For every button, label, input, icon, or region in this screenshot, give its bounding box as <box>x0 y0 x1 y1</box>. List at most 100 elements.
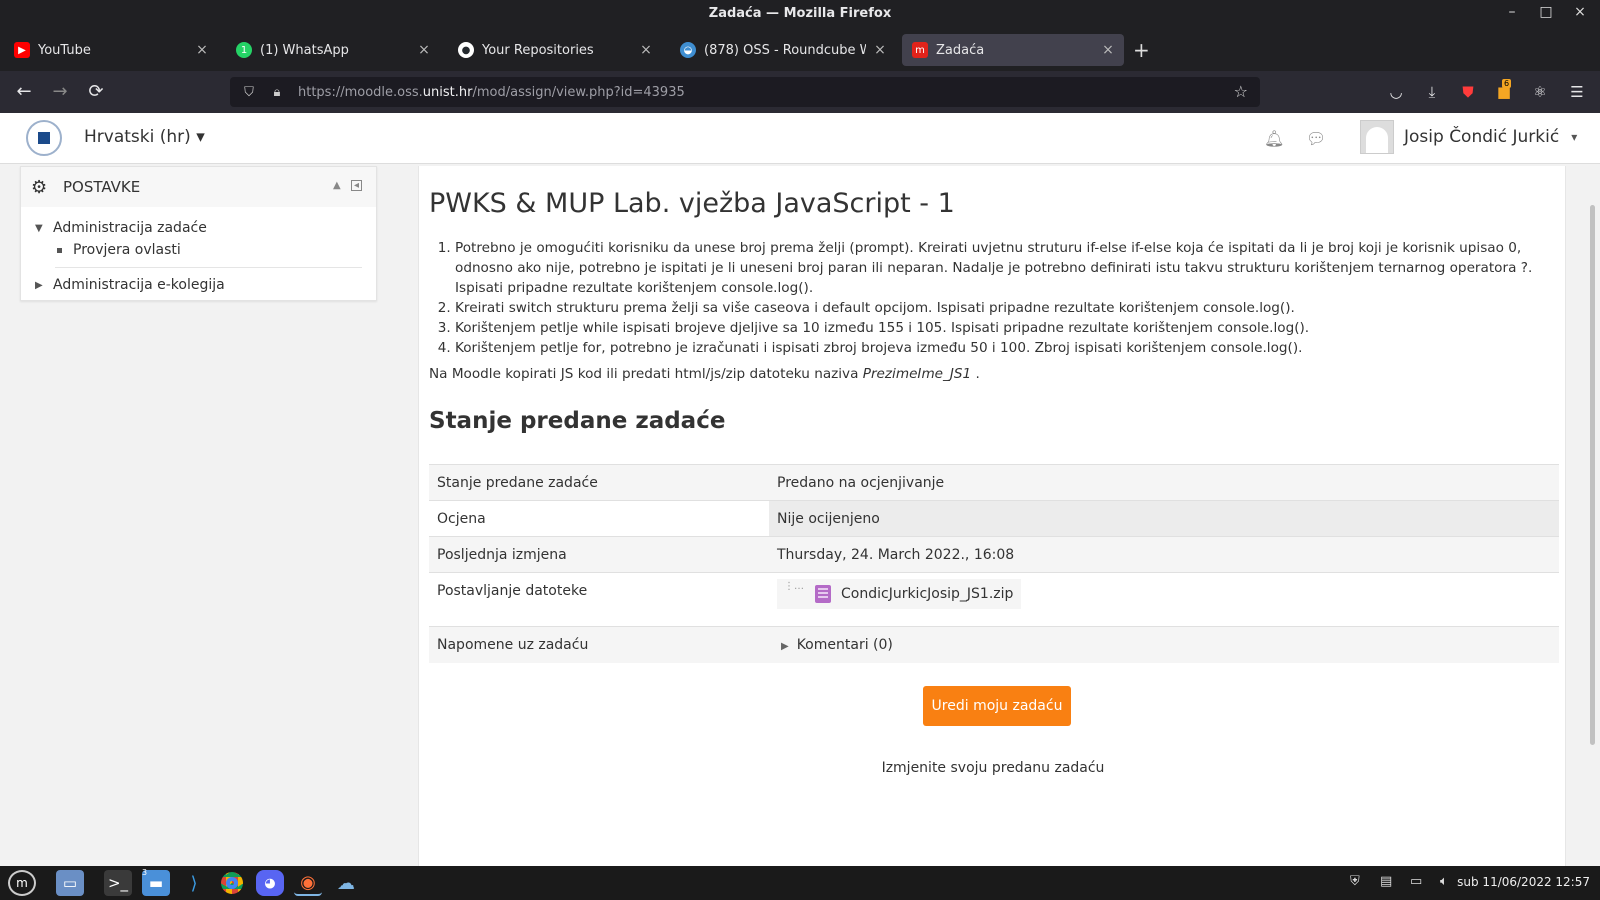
youtube-icon: ▶ <box>14 42 30 58</box>
task-list: Potrebno je omogućiti korisniku da unese… <box>455 238 1555 358</box>
tree-item-label: Administracija e-kolegija <box>53 277 225 293</box>
tab-github[interactable]: ● Your Repositories × <box>448 34 662 66</box>
window-titlebar: Zadaća — Mozilla Firefox – □ × <box>0 0 1600 29</box>
tree-item-administracija-e-kolegija[interactable]: ▶ Administracija e-kolegija <box>35 274 362 296</box>
note-filename: PrezimeIme_JS1 <box>862 366 972 382</box>
new-tab-button[interactable]: + <box>1133 38 1150 62</box>
task-item: Korištenjem petlje while ispisati brojev… <box>455 318 1555 338</box>
firefox-icon[interactable]: ◉ <box>294 870 322 896</box>
row-value: Thursday, 24. March 2022., 16:08 <box>769 536 1559 573</box>
user-menu[interactable]: Josip Čondić Jurkić ▾ <box>1360 120 1577 154</box>
reload-button[interactable]: ⟳ <box>82 79 110 105</box>
messages-icon[interactable]: 💬︎ <box>1306 129 1326 148</box>
settings-cloud-icon[interactable]: ☁ <box>332 870 360 896</box>
tab-close-icon[interactable]: × <box>416 42 432 58</box>
nav-bar: ← → ⟳ ⛉ 🔒︎ https://moodle.oss.unist.hr/m… <box>0 71 1600 113</box>
caret-down-icon: ▾ <box>1571 130 1578 144</box>
collapsed-triangle-icon[interactable]: ▶ <box>35 280 53 291</box>
lock-icon[interactable]: 🔒︎ <box>268 85 286 100</box>
bullet-icon <box>57 247 62 253</box>
note-text: Na Moodle kopirati JS kod ili predati ht… <box>429 366 859 382</box>
tab-zadaca[interactable]: m Zadaća × <box>902 34 1124 66</box>
download-icon[interactable]: ⤓ <box>1421 81 1443 103</box>
tab-label: Your Repositories <box>482 42 594 58</box>
language-label: Hrvatski (hr) <box>84 127 191 147</box>
tab-close-icon[interactable]: × <box>872 42 888 58</box>
extension-badge: 6 <box>1502 79 1512 88</box>
close-window-icon[interactable]: × <box>1570 4 1590 20</box>
task-item: Korištenjem petlje for, potrebno je izra… <box>455 338 1555 358</box>
url-path: /mod/assign/view.php?id=43935 <box>472 84 685 100</box>
tab-label: (878) OSS - Roundcube Web <box>704 42 866 58</box>
university-logo[interactable] <box>26 120 62 156</box>
tab-label: YouTube <box>38 42 91 58</box>
submission-status-table: Stanje predane zadaće Predano na ocjenji… <box>429 464 1559 663</box>
desktop-icon[interactable]: ▭ <box>56 870 84 896</box>
collapse-icon[interactable]: ▲ <box>333 180 341 191</box>
row-value: Predano na ocjenjivanje <box>769 464 1559 501</box>
shield-tray-icon[interactable]: ⛨ <box>1350 874 1360 889</box>
bookmark-star-icon[interactable]: ☆ <box>1234 82 1248 101</box>
task-item: Potrebno je omogućiti korisniku da unese… <box>455 238 1555 298</box>
menu-icon[interactable]: ☰ <box>1566 81 1588 103</box>
back-button[interactable]: ← <box>10 79 38 105</box>
clipboard-tray-icon[interactable]: ▤ <box>1380 874 1392 889</box>
url-bar[interactable]: ⛉ 🔒︎ https://moodle.oss.unist.hr/mod/ass… <box>230 77 1260 107</box>
roundcube-icon: ◒ <box>680 42 696 58</box>
clock[interactable]: sub 11/06/2022 12:57 <box>1457 875 1590 889</box>
minimize-icon[interactable]: – <box>1502 4 1522 20</box>
maximize-icon[interactable]: □ <box>1536 4 1556 20</box>
tab-whatsapp[interactable]: 1 (1) WhatsApp × <box>226 34 440 66</box>
row-label: Ocjena <box>429 500 769 537</box>
tab-close-icon[interactable]: × <box>1100 42 1116 58</box>
table-row: Napomene uz zadaću ▶ Komentari (0) <box>429 626 1559 663</box>
submission-status-heading: Stanje predane zadaće <box>429 408 726 434</box>
pocket-icon[interactable]: ◡ <box>1385 81 1407 103</box>
url-text[interactable]: https://moodle.oss.unist.hr/mod/assign/v… <box>298 85 685 100</box>
main-region: PWKS & MUP Lab. vježba JavaScript - 1 Po… <box>418 166 1566 866</box>
expanded-triangle-icon[interactable]: ▼ <box>35 223 53 234</box>
tab-roundcube[interactable]: ◒ (878) OSS - Roundcube Web × <box>670 34 896 66</box>
tab-close-icon[interactable]: × <box>194 42 210 58</box>
row-label: Stanje predane zadaće <box>429 464 769 501</box>
file-name: CondicJurkicJosip_JS1.zip <box>841 586 1014 602</box>
page-scrollbar[interactable] <box>1590 205 1595 745</box>
vscode-icon[interactable]: ⟩ <box>180 870 208 896</box>
notification-bell-icon[interactable]: 🔔︎ <box>1264 129 1284 148</box>
taskbar: m ▭ >_ ▬ 3 ⟩ ◕ ◉ ☁ ⛨ ▤ ▭ 🔈︎ sub 11/06/20… <box>0 866 1600 900</box>
tab-youtube[interactable]: ▶ YouTube × <box>4 34 218 66</box>
tree-dots: ⋮… <box>784 581 804 592</box>
file-link[interactable]: ⋮… CondicJurkicJosip_JS1.zip <box>777 579 1022 609</box>
tree-item-label: Administracija zadaće <box>53 220 207 236</box>
task-item: Kreirati switch strukturu prema želji sa… <box>455 298 1555 318</box>
display-tray-icon[interactable]: ▭ <box>1410 874 1422 889</box>
chrome-icon[interactable] <box>218 870 246 896</box>
tab-label: Zadaća <box>936 42 985 58</box>
discord-icon[interactable]: ◕ <box>256 870 284 896</box>
block-header: ⚙ POSTAVKE ▲ ◂ <box>21 167 376 207</box>
forward-button[interactable]: → <box>46 79 74 105</box>
tab-bar: ▶ YouTube × 1 (1) WhatsApp × ● Your Repo… <box>0 29 1600 71</box>
row-value: ⋮… CondicJurkicJosip_JS1.zip <box>769 572 1559 627</box>
language-menu[interactable]: Hrvatski (hr) ▾ <box>84 127 205 147</box>
tree-item-provjera-ovlasti[interactable]: Provjera ovlasti <box>35 239 362 261</box>
page-title: PWKS & MUP Lab. vježba JavaScript - 1 <box>429 188 955 219</box>
volume-icon[interactable]: 🔈︎ <box>1440 874 1448 889</box>
edit-submission-button[interactable]: Uredi moju zadaću <box>923 686 1071 726</box>
dock-icon[interactable]: ◂ <box>351 180 362 191</box>
shield-icon[interactable]: ⛉ <box>240 85 258 100</box>
ublock-icon[interactable]: ⛊ <box>1457 81 1479 103</box>
react-icon[interactable]: ⚛ <box>1529 81 1551 103</box>
table-row: Postavljanje datoteke ⋮… CondicJurkicJos… <box>429 572 1559 627</box>
terminal-icon[interactable]: >_ <box>104 870 132 896</box>
workspace-badge: 3 <box>142 868 148 877</box>
tree-item-administracija-zadace[interactable]: ▼ Administracija zadaće <box>35 217 362 239</box>
table-row: Stanje predane zadaće Predano na ocjenji… <box>429 464 1559 501</box>
block-title: POSTAVKE <box>63 178 141 196</box>
mint-menu-icon[interactable]: m <box>8 870 36 896</box>
caret-down-icon: ▾ <box>196 127 205 147</box>
tab-close-icon[interactable]: × <box>638 42 654 58</box>
settings-block: ⚙ POSTAVKE ▲ ◂ ▼ Administracija zadaće P… <box>20 166 377 301</box>
moodle-icon: m <box>912 42 928 58</box>
comments-toggle[interactable]: ▶ Komentari (0) <box>769 626 1559 663</box>
